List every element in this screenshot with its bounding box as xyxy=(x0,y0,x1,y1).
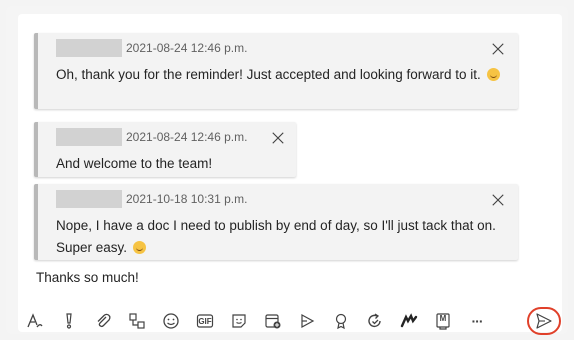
stream-button[interactable] xyxy=(296,310,318,332)
remove-quote-button[interactable] xyxy=(490,192,506,208)
praise-button[interactable] xyxy=(330,310,352,332)
close-icon xyxy=(492,43,504,55)
meeting-notes-button[interactable]: M xyxy=(432,310,454,332)
notes-label: M xyxy=(439,314,447,323)
stream-icon xyxy=(301,313,315,329)
attach-button[interactable] xyxy=(92,310,114,332)
quote-text-container: And welcome to the team! xyxy=(56,153,286,175)
quote-text-container: Nope, I have a doc I need to publish by … xyxy=(56,215,516,259)
approvals-button[interactable] xyxy=(364,310,386,332)
more-options-button[interactable]: ··· xyxy=(466,310,488,332)
important-icon xyxy=(66,313,72,329)
remove-quote-button[interactable] xyxy=(490,41,506,57)
more-options-icon: ··· xyxy=(471,313,484,329)
schedule-meeting-button[interactable] xyxy=(262,310,284,332)
relieved-emoji-icon xyxy=(132,241,146,254)
attach-icon xyxy=(97,313,111,328)
send-icon xyxy=(536,313,552,329)
quote-text: Oh, thank you for the reminder! Just acc… xyxy=(56,67,481,82)
redacted-sender-name xyxy=(56,128,122,146)
quoted-message: 2021-08-24 12:46 p.m. And welcome to the… xyxy=(34,122,296,177)
sticker-icon xyxy=(232,314,246,328)
close-icon xyxy=(272,132,284,144)
loop-icon xyxy=(129,313,145,329)
gif-label: GIF xyxy=(198,316,212,326)
viva-icon xyxy=(400,313,418,328)
quote-text: Nope, I have a doc I need to publish by … xyxy=(56,218,496,255)
quoted-message: 2021-08-24 12:46 p.m. Oh, thank you for … xyxy=(34,33,518,109)
approvals-icon xyxy=(368,313,381,328)
quote-timestamp: 2021-10-18 10:31 p.m. xyxy=(126,192,248,206)
loop-button[interactable] xyxy=(126,310,148,332)
format-button[interactable] xyxy=(24,310,46,332)
message-input-text[interactable]: Thanks so much! xyxy=(36,270,139,285)
remove-quote-button[interactable] xyxy=(270,130,286,146)
emoji-button[interactable] xyxy=(160,310,182,332)
format-icon xyxy=(27,313,43,328)
close-icon xyxy=(492,194,504,206)
sticker-button[interactable] xyxy=(228,310,250,332)
redacted-sender-name xyxy=(56,39,122,57)
gif-button[interactable]: GIF xyxy=(194,310,216,332)
send-button[interactable] xyxy=(527,307,561,335)
compose-toolbar: GIF M ··· xyxy=(20,300,561,336)
quote-text: And welcome to the team! xyxy=(56,156,213,171)
important-button[interactable] xyxy=(58,310,80,332)
redacted-sender-name xyxy=(56,190,122,208)
quote-timestamp: 2021-08-24 12:46 p.m. xyxy=(126,41,248,55)
praise-icon xyxy=(335,313,347,330)
emoji-icon xyxy=(163,313,179,329)
quote-timestamp: 2021-08-24 12:46 p.m. xyxy=(126,130,248,144)
quote-text-container: Oh, thank you for the reminder! Just acc… xyxy=(56,64,516,86)
smile-emoji-icon xyxy=(486,68,500,81)
schedule-meeting-icon xyxy=(265,314,281,329)
viva-button[interactable] xyxy=(398,310,420,332)
quoted-message: 2021-10-18 10:31 p.m. Nope, I have a doc… xyxy=(34,184,518,260)
